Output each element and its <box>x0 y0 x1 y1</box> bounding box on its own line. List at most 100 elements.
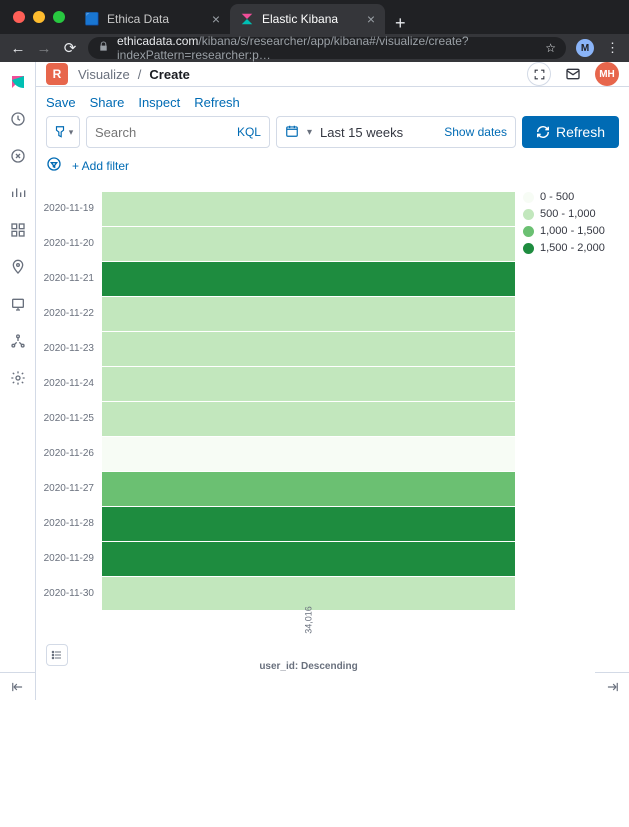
refresh-button[interactable]: Refresh <box>522 116 619 148</box>
new-tab-button[interactable]: + <box>385 13 416 34</box>
url-text: ethicadata.com/kibana/s/researcher/app/k… <box>117 34 537 62</box>
legend-swatch-icon <box>523 243 534 254</box>
expand-panel-button[interactable] <box>595 672 629 700</box>
discover-icon[interactable] <box>10 148 26 167</box>
menu-icon[interactable]: ⋮ <box>606 40 619 56</box>
heatmap-cell[interactable] <box>102 331 515 366</box>
calendar-icon <box>285 124 299 141</box>
management-icon[interactable] <box>10 370 26 389</box>
window-controls <box>0 0 78 23</box>
language-switch[interactable]: KQL <box>237 125 261 139</box>
legend-label: 1,500 - 2,000 <box>540 242 605 254</box>
minimize-window-icon[interactable] <box>33 11 45 23</box>
main-content: R Visualize / Create MH Save Share Inspe… <box>36 62 629 700</box>
browser-actions: M ⋮ <box>576 39 619 57</box>
legend-item[interactable]: 1,000 - 1,500 <box>523 225 619 237</box>
ml-icon[interactable] <box>10 333 26 352</box>
address-bar[interactable]: ethicadata.com/kibana/s/researcher/app/k… <box>88 37 566 59</box>
time-range-text: Last 15 weeks <box>320 125 436 140</box>
breadcrumb: Visualize / Create <box>78 67 190 82</box>
profile-avatar[interactable]: M <box>576 39 594 57</box>
filter-icon[interactable] <box>46 156 62 175</box>
kibana-app: R Visualize / Create MH Save Share Inspe… <box>0 62 629 700</box>
maps-icon[interactable] <box>10 259 26 278</box>
header-bar: R Visualize / Create MH <box>36 62 629 87</box>
refresh-label: Refresh <box>556 124 605 140</box>
kibana-logo-icon[interactable] <box>10 74 26 93</box>
fullscreen-icon[interactable] <box>527 62 551 86</box>
x-tick: 34,016 <box>304 414 314 827</box>
heatmap-cell[interactable] <box>102 226 515 261</box>
user-avatar[interactable]: MH <box>595 62 619 86</box>
legend-item[interactable]: 1,500 - 2,000 <box>523 242 619 254</box>
close-tab-icon[interactable]: × <box>212 11 220 27</box>
back-button[interactable]: ← <box>10 40 26 57</box>
space-badge[interactable]: R <box>46 63 68 85</box>
tab-elastic-kibana[interactable]: Elastic Kibana × <box>230 4 385 34</box>
canvas-icon[interactable] <box>10 296 26 315</box>
dashboard-icon[interactable] <box>10 222 26 241</box>
saved-queries-button[interactable]: ▾ <box>46 116 80 148</box>
mail-icon[interactable] <box>561 62 585 86</box>
inspect-button[interactable]: Inspect <box>138 95 180 110</box>
legend-label: 0 - 500 <box>540 191 574 203</box>
legend: 0 - 500 500 - 1,000 1,000 - 1,500 1,500 - 2… <box>515 191 619 611</box>
y-tick: 2020-11-28 <box>42 506 102 541</box>
y-tick: 2020-11-22 <box>42 296 102 331</box>
action-bar: Save Share Inspect Refresh <box>36 87 629 116</box>
breadcrumb-app[interactable]: Visualize <box>78 67 130 82</box>
legend-item[interactable]: 500 - 1,000 <box>523 208 619 220</box>
query-bar: ▾ KQL ▾ Last 15 weeks Show dates Refresh <box>36 116 629 156</box>
heatmap-cell[interactable] <box>102 366 515 401</box>
heatmap-cell[interactable] <box>102 296 515 331</box>
y-tick: 2020-11-21 <box>42 261 102 296</box>
y-tick: 2020-11-24 <box>42 366 102 401</box>
time-picker[interactable]: ▾ Last 15 weeks Show dates <box>276 116 516 148</box>
browser-tabs: 🟦 Ethica Data × Elastic Kibana × + <box>0 0 629 34</box>
add-filter-button[interactable]: + Add filter <box>72 159 129 173</box>
favicon-icon <box>240 12 254 26</box>
breadcrumb-current: Create <box>149 67 189 82</box>
reload-link[interactable]: Refresh <box>194 95 240 110</box>
share-button[interactable]: Share <box>90 95 125 110</box>
legend-swatch-icon <box>523 226 534 237</box>
y-tick: 2020-11-23 <box>42 331 102 366</box>
close-tab-icon[interactable]: × <box>367 11 375 27</box>
y-tick: 2020-11-26 <box>42 436 102 471</box>
y-tick: 2020-11-27 <box>42 471 102 506</box>
show-dates-link[interactable]: Show dates <box>444 125 507 139</box>
tab-label: Elastic Kibana <box>262 12 338 26</box>
legend-swatch-icon <box>523 192 534 203</box>
close-window-icon[interactable] <box>13 11 25 23</box>
forward-button[interactable]: → <box>36 40 52 57</box>
lock-icon <box>98 41 109 55</box>
heatmap-cell[interactable] <box>102 261 515 296</box>
y-axis: 2020-11-192020-11-202020-11-212020-11-22… <box>42 191 102 611</box>
address-bar-row: ← → ⟳ ethicadata.com/kibana/s/researcher… <box>0 34 629 62</box>
search-field[interactable] <box>95 125 237 140</box>
heatmap-chart: 2020-11-192020-11-202020-11-212020-11-22… <box>42 191 619 611</box>
tab-ethica-data[interactable]: 🟦 Ethica Data × <box>75 4 230 34</box>
favicon-icon: 🟦 <box>85 12 99 26</box>
visualize-icon[interactable] <box>10 185 26 204</box>
filter-bar: + Add filter <box>36 156 629 185</box>
heatmap-cell[interactable] <box>102 191 515 226</box>
star-icon[interactable]: ☆ <box>545 41 556 55</box>
visualization: 2020-11-192020-11-202020-11-212020-11-22… <box>36 185 629 702</box>
recent-icon[interactable] <box>10 111 26 130</box>
y-tick: 2020-11-19 <box>42 191 102 226</box>
y-tick: 2020-11-29 <box>42 541 102 576</box>
collapse-nav-button[interactable] <box>0 672 36 700</box>
legend-swatch-icon <box>523 209 534 220</box>
legend-toggle-button[interactable] <box>46 644 68 666</box>
y-tick: 2020-11-25 <box>42 401 102 436</box>
maximize-window-icon[interactable] <box>53 11 65 23</box>
tab-label: Ethica Data <box>107 12 169 26</box>
reload-button[interactable]: ⟳ <box>62 39 78 57</box>
legend-item[interactable]: 0 - 500 <box>523 191 619 203</box>
save-button[interactable]: Save <box>46 95 76 110</box>
breadcrumb-separator: / <box>138 67 142 82</box>
search-input[interactable]: KQL <box>86 116 270 148</box>
legend-label: 1,000 - 1,500 <box>540 225 605 237</box>
y-tick: 2020-11-30 <box>42 576 102 611</box>
